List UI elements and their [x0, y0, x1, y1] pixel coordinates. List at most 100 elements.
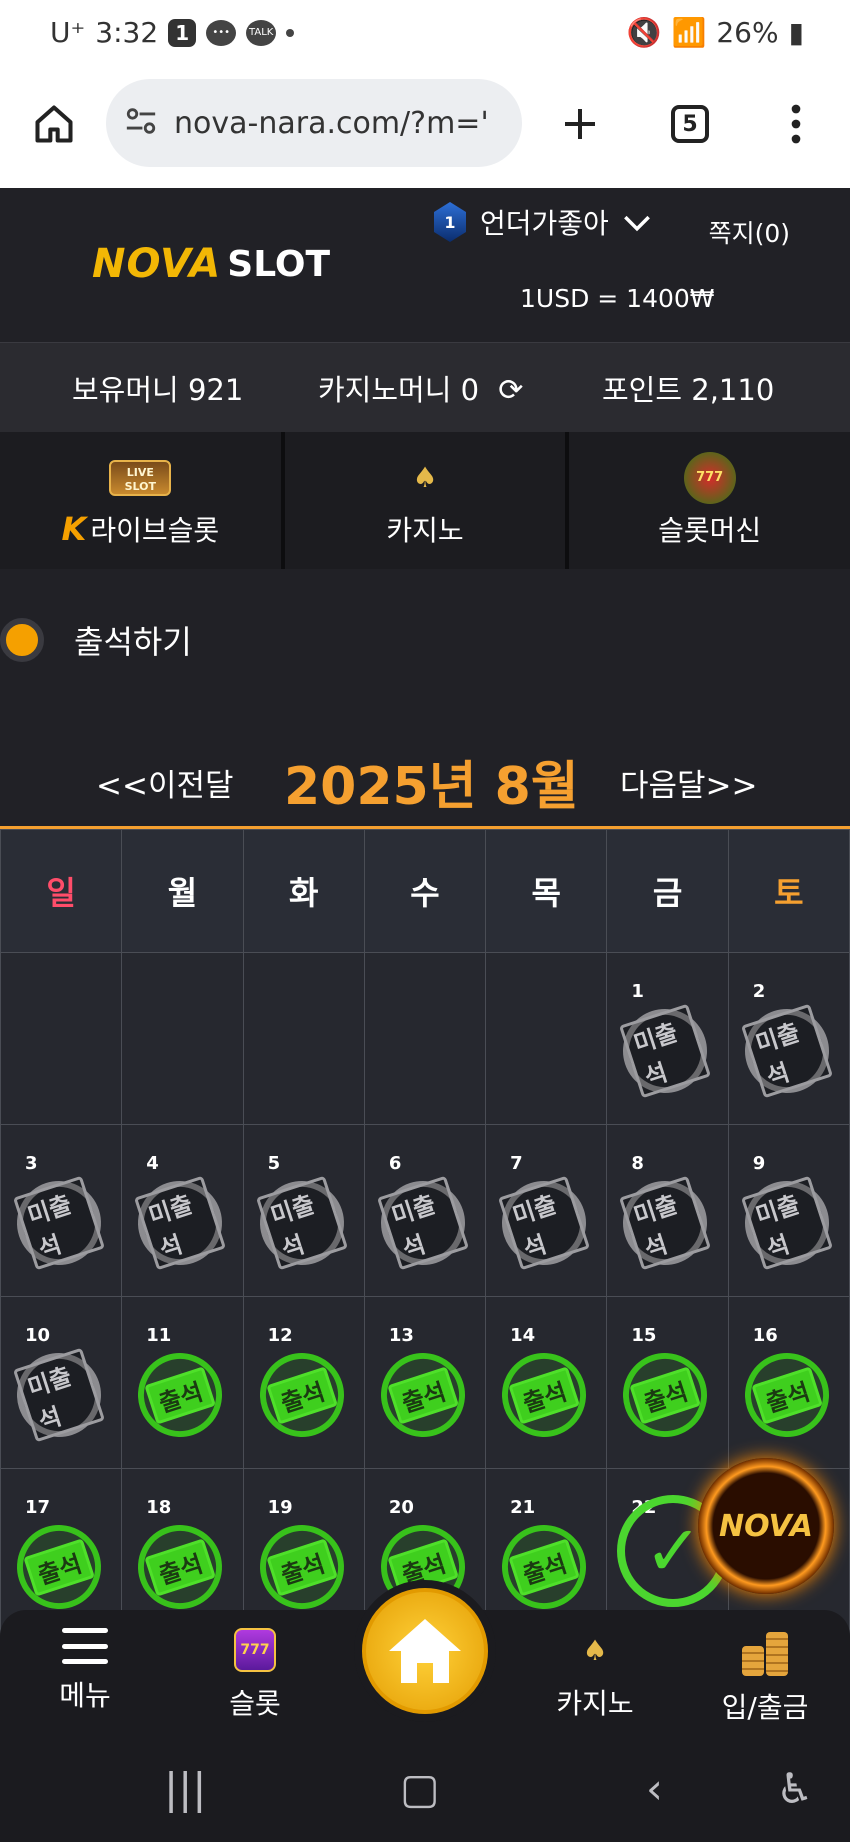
calendar-day[interactable]: 16 출석 [727, 1296, 850, 1469]
calendar-day[interactable]: 2 미출석 [727, 952, 850, 1125]
calendar-day[interactable]: 1 미출석 [606, 952, 729, 1125]
day-number: 18 [146, 1497, 172, 1518]
calendar-day[interactable]: 4 미출석 [121, 1124, 244, 1297]
url-text: nova-nara.com/?m=' [174, 105, 489, 141]
new-tab-icon[interactable] [550, 94, 610, 154]
day-number: 15 [631, 1325, 657, 1346]
weekday-header: 월 [121, 829, 244, 953]
calendar-day[interactable]: 6 미출석 [363, 1124, 487, 1297]
stamp-label: 출석 [750, 1365, 823, 1425]
calendar-day[interactable]: 9 미출석 [727, 1124, 850, 1297]
stamp-label: 미출석 [619, 1175, 712, 1271]
attended-stamp: 출석 [248, 1342, 355, 1448]
category-bar: LIVE SLOT K 라이브슬롯 ♠ 카지노 777 슬롯머신 [0, 432, 850, 569]
nova-slot-logo[interactable]: NOVA SLOT [92, 224, 330, 304]
user-menu[interactable]: 1 언더가좋아 [434, 202, 651, 242]
calendar-day[interactable]: 13 출석 [363, 1296, 487, 1469]
mute-icon: 🔇 [626, 16, 662, 49]
next-month-button[interactable]: 다음달>> [620, 760, 758, 805]
carrier-label: U⁺ [50, 16, 86, 49]
missed-stamp: 미출석 [6, 1342, 112, 1448]
nav-menu[interactable]: 메뉴 [0, 1628, 170, 1714]
nav-casino[interactable]: ♠ 카지노 [510, 1628, 680, 1722]
stamp-label: 출석 [144, 1365, 217, 1425]
current-month: 2025년 8월 [284, 757, 579, 817]
missed-stamp: 미출석 [733, 1170, 840, 1276]
weekday-header: 수 [363, 829, 487, 953]
calendar-day[interactable]: 8 미출석 [606, 1124, 729, 1297]
day-number: 9 [752, 1153, 766, 1174]
tab-count: 5 [671, 105, 709, 143]
attended-stamp: 출석 [248, 1514, 355, 1620]
casino-money-group: 카지노머니 0 ⟳ [318, 367, 523, 409]
talk-icon: TALK [246, 19, 277, 46]
day-number: 11 [146, 1325, 172, 1346]
more-options-icon[interactable] [766, 94, 826, 154]
money-bar: 보유머니 921 카지노머니 0 ⟳ 포인트 2,110 [0, 342, 850, 432]
nav-label: 카지노 [556, 1687, 634, 1720]
stamp-label: 출석 [386, 1365, 459, 1425]
nav-slot[interactable]: 777 슬롯 [170, 1628, 340, 1722]
category-live-slot[interactable]: LIVE SLOT K 라이브슬롯 [0, 432, 285, 569]
missed-stamp: 미출석 [369, 1170, 476, 1276]
tab-switcher-button[interactable]: 5 [660, 94, 720, 154]
bullet-icon [0, 618, 44, 662]
777-slots-icon: 777 [683, 451, 736, 504]
day-number: 7 [510, 1153, 523, 1174]
weekday-header: 금 [606, 829, 729, 953]
calendar-day[interactable]: 5 미출석 [242, 1124, 365, 1297]
category-slot-machine[interactable]: 777 슬롯머신 [569, 432, 850, 569]
home-icon[interactable] [24, 94, 84, 154]
slot-machine-icon: 777 [234, 1628, 276, 1672]
status-bar: U⁺ 3:32 1 ••• TALK 🔇 📶 26% ▮ [0, 0, 850, 66]
day-number: 5 [267, 1153, 281, 1174]
stamp-label: 미출석 [619, 1003, 712, 1099]
stamp-label: 출석 [508, 1365, 581, 1425]
notification-badge: 1 [168, 18, 197, 47]
calendar-day[interactable]: 3 미출석 [0, 1124, 123, 1297]
weekday-header: 화 [242, 829, 365, 953]
missed-stamp: 미출석 [127, 1170, 234, 1276]
back-icon[interactable]: ‹ [646, 1764, 663, 1813]
calendar-day[interactable]: 12 출석 [242, 1296, 365, 1469]
system-navigation: ||| ▢ ‹ ♿ [0, 1734, 850, 1842]
category-label: 슬롯머신 [658, 513, 762, 547]
stamp-label: 미출석 [498, 1175, 591, 1271]
recent-apps-icon[interactable]: ||| [164, 1764, 206, 1813]
category-casino[interactable]: ♠ 카지노 [285, 432, 570, 569]
stamp-label: 미출석 [13, 1175, 105, 1271]
floating-nova-button[interactable]: NOVA [698, 1458, 834, 1594]
address-bar[interactable]: nova-nara.com/?m=' [106, 79, 522, 167]
attendance-header: 출석하기 [0, 600, 192, 680]
calendar-day[interactable]: 7 미출석 [485, 1124, 608, 1297]
missed-stamp: 미출석 [733, 998, 840, 1104]
day-number: 6 [388, 1153, 402, 1174]
calendar-week: 10 미출석 11 출석 12 출석 13 출석 14 출석 15 출석 16 출석 [0, 1296, 850, 1469]
stamp-label: 미출석 [740, 1003, 833, 1099]
logo-nova-text: NOVA [92, 241, 222, 287]
nav-label: 슬롯 [229, 1687, 281, 1720]
accessibility-icon[interactable]: ♿ [776, 1764, 814, 1813]
stamp-label: 미출석 [255, 1175, 348, 1271]
attended-stamp: 출석 [491, 1342, 598, 1448]
k-slot-icon: ♠ [412, 461, 438, 494]
floating-nova-logo: NOVA [719, 1508, 813, 1544]
calendar-day[interactable]: 11 출석 [121, 1296, 244, 1469]
calendar-day[interactable]: 10 미출석 [0, 1296, 123, 1469]
home-button[interactable] [354, 1580, 496, 1722]
calendar-day[interactable]: 15 출석 [606, 1296, 729, 1469]
points: 포인트 2,110 [602, 373, 775, 407]
refresh-icon[interactable]: ⟳ [498, 373, 523, 408]
level-badge: 1 [434, 202, 466, 242]
hamburger-icon [62, 1628, 108, 1664]
calendar-day[interactable]: 14 출석 [485, 1296, 608, 1469]
live-slot-icon: LIVE SLOT [109, 459, 172, 496]
day-number: 12 [267, 1325, 293, 1346]
prev-month-button[interactable]: <<이전달 [96, 760, 234, 805]
site-settings-icon[interactable] [124, 106, 158, 140]
memo-link[interactable]: 쪽지(0) [709, 214, 790, 250]
home-system-icon[interactable]: ▢ [400, 1764, 440, 1813]
nav-deposit-withdraw[interactable]: 입/출금 [680, 1628, 850, 1726]
k-slot-icon: ♠ [582, 1633, 608, 1667]
username: 언더가좋아 [480, 207, 609, 240]
